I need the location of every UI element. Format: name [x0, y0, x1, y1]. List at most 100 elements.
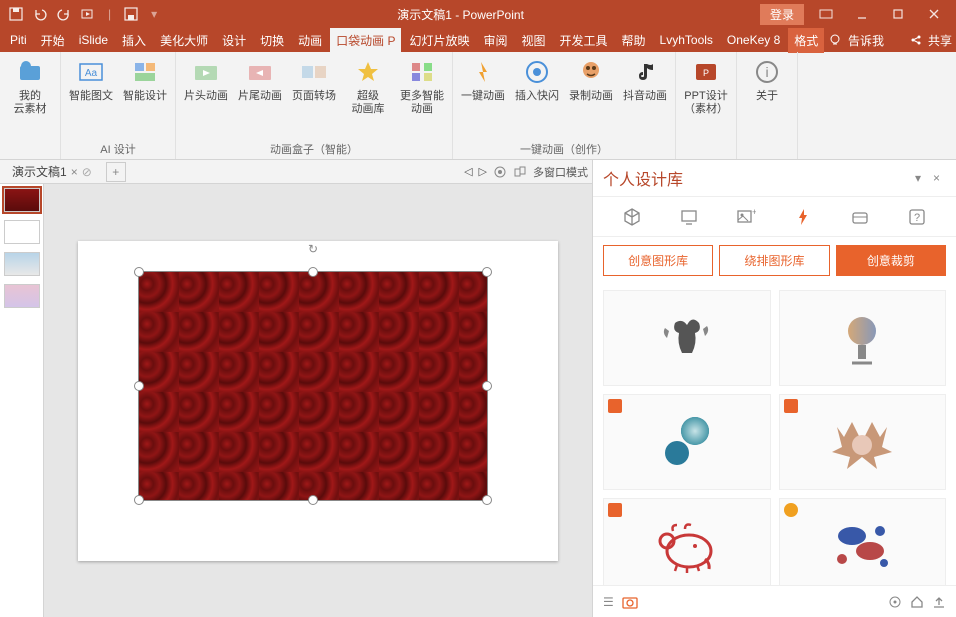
lightbulb-icon[interactable] — [828, 33, 842, 47]
gear-icon[interactable] — [493, 165, 507, 179]
resize-handle[interactable] — [482, 267, 492, 277]
selected-image[interactable]: ↻ — [138, 271, 488, 501]
start-from-beginning-icon[interactable] — [80, 6, 96, 22]
undo-icon[interactable] — [32, 6, 48, 22]
tab-onekey[interactable]: OneKey 8 — [721, 29, 786, 51]
thumb-4[interactable] — [4, 284, 40, 308]
document-area: 演示文稿1 × ⊘ + ◁ ▷ 多窗口模式 — [0, 160, 956, 617]
resize-handle[interactable] — [308, 495, 318, 505]
thumb-2[interactable] — [4, 220, 40, 244]
resize-handle[interactable] — [134, 267, 144, 277]
document-tab[interactable]: 演示文稿1 × ⊘ — [4, 161, 100, 182]
save-icon[interactable] — [8, 6, 24, 22]
gallery-item[interactable] — [779, 498, 947, 585]
smart-design-icon — [129, 56, 161, 88]
badge-icon — [608, 503, 622, 517]
gallery-item[interactable] — [779, 290, 947, 386]
multi-window-label[interactable]: 多窗口模式 — [533, 164, 588, 180]
svg-text:?: ? — [914, 212, 920, 224]
gallery-item[interactable] — [779, 394, 947, 490]
ritem-oneclick[interactable]: 一键动画 — [459, 56, 507, 103]
close-tab-icon[interactable]: × — [71, 165, 78, 179]
tab-lvyhtools[interactable]: LvyhTools — [654, 29, 719, 51]
ritem-douyin[interactable]: 抖音动画 — [621, 56, 669, 103]
gallery-item[interactable] — [603, 290, 771, 386]
ritem-super-anim[interactable]: 超级动画库 — [344, 56, 392, 116]
rotate-handle-icon[interactable]: ↻ — [308, 242, 318, 256]
thumb-1[interactable] — [4, 188, 40, 212]
ritem-more-anim[interactable]: 更多智能动画 — [398, 56, 446, 116]
upload-icon[interactable] — [932, 595, 946, 609]
resize-handle[interactable] — [482, 381, 492, 391]
ribbon-options-icon[interactable] — [812, 4, 840, 24]
badge-icon — [784, 503, 798, 517]
new-tab-button[interactable]: + — [106, 162, 126, 182]
nav-fwd-icon[interactable]: ▷ — [479, 165, 487, 178]
badge-icon — [784, 399, 798, 413]
panel-tab-creative-crop[interactable]: 创意裁剪 — [836, 245, 946, 276]
close-icon[interactable] — [920, 4, 948, 24]
tab-review[interactable]: 审阅 — [477, 28, 513, 53]
tab-pocket-anim[interactable]: 口袋动画 P — [330, 28, 401, 53]
tab-design[interactable]: 设计 — [216, 28, 252, 53]
maximize-icon[interactable] — [884, 4, 912, 24]
ritem-about[interactable]: i关于 — [743, 56, 791, 103]
tell-me-label[interactable]: 告诉我 — [848, 32, 884, 49]
panel-close-icon[interactable]: × — [927, 171, 946, 185]
image-plus-icon[interactable]: + — [734, 205, 758, 229]
lightning-icon[interactable] — [791, 205, 815, 229]
login-button[interactable]: 登录 — [760, 4, 804, 25]
resize-handle[interactable] — [482, 495, 492, 505]
tab-slideshow[interactable]: 幻灯片放映 — [403, 28, 475, 53]
tab-view[interactable]: 视图 — [516, 28, 552, 53]
ritem-outro-anim[interactable]: 片尾动画 — [236, 56, 284, 103]
tab-piti[interactable]: Piti — [4, 29, 33, 51]
save-icon-2[interactable] — [123, 6, 139, 22]
screen-icon[interactable] — [677, 205, 701, 229]
tab-help[interactable]: 帮助 — [616, 28, 652, 53]
slide-canvas[interactable]: ↻ — [44, 184, 592, 617]
camera-icon[interactable] — [622, 595, 638, 609]
redo-icon[interactable] — [56, 6, 72, 22]
home-icon[interactable] — [910, 595, 924, 609]
ritem-cloud-material[interactable]: 我的云素材 — [6, 56, 54, 116]
quick-access-toolbar: | ▾ — [0, 6, 161, 22]
tab-format[interactable]: 格式 — [788, 28, 824, 53]
gallery-item[interactable] — [603, 498, 771, 585]
share-label[interactable]: 共享 — [928, 32, 952, 49]
panel-dropdown-icon[interactable]: ▾ — [909, 171, 927, 185]
nav-back-icon[interactable]: ◁ — [464, 165, 472, 178]
ritem-record-anim[interactable]: 录制动画 — [567, 56, 615, 103]
ritem-smart-design[interactable]: 智能设计 — [121, 56, 169, 103]
tab-islide[interactable]: iSlide — [73, 29, 114, 51]
tab-transition[interactable]: 切换 — [254, 28, 290, 53]
resize-handle[interactable] — [308, 267, 318, 277]
tab-animation[interactable]: 动画 — [292, 28, 328, 53]
ritem-flash[interactable]: 插入快闪 — [513, 56, 561, 103]
pin-tab-icon[interactable]: ⊘ — [82, 165, 92, 179]
settings-icon[interactable] — [888, 595, 902, 609]
outro-anim-icon — [244, 56, 276, 88]
ritem-intro-anim[interactable]: 片头动画 — [182, 56, 230, 103]
ritem-smart-text[interactable]: Aa智能图文 — [67, 56, 115, 103]
tab-beautify[interactable]: 美化大师 — [154, 28, 214, 53]
multi-window-icon[interactable] — [513, 165, 527, 179]
panel-tab-creative-shapes[interactable]: 创意图形库 — [603, 245, 713, 276]
tab-home[interactable]: 开始 — [35, 28, 71, 53]
window-title: 演示文稿1 - PowerPoint — [161, 6, 760, 23]
menu-icon[interactable]: ☰ — [603, 595, 614, 609]
cube-icon[interactable] — [620, 205, 644, 229]
gallery-item[interactable] — [603, 394, 771, 490]
thumb-3[interactable] — [4, 252, 40, 276]
ritem-ppt-design[interactable]: PPPT设计（素材） — [682, 56, 730, 116]
minimize-icon[interactable] — [848, 4, 876, 24]
resize-handle[interactable] — [134, 381, 144, 391]
help-icon[interactable]: ? — [905, 205, 929, 229]
share-icon[interactable] — [910, 34, 922, 46]
disk-icon[interactable] — [848, 205, 872, 229]
resize-handle[interactable] — [134, 495, 144, 505]
panel-tab-wrap-shapes[interactable]: 绕排图形库 — [719, 245, 829, 276]
tab-developer[interactable]: 开发工具 — [554, 28, 614, 53]
ritem-page-trans[interactable]: 页面转场 — [290, 56, 338, 103]
tab-insert[interactable]: 插入 — [116, 28, 152, 53]
